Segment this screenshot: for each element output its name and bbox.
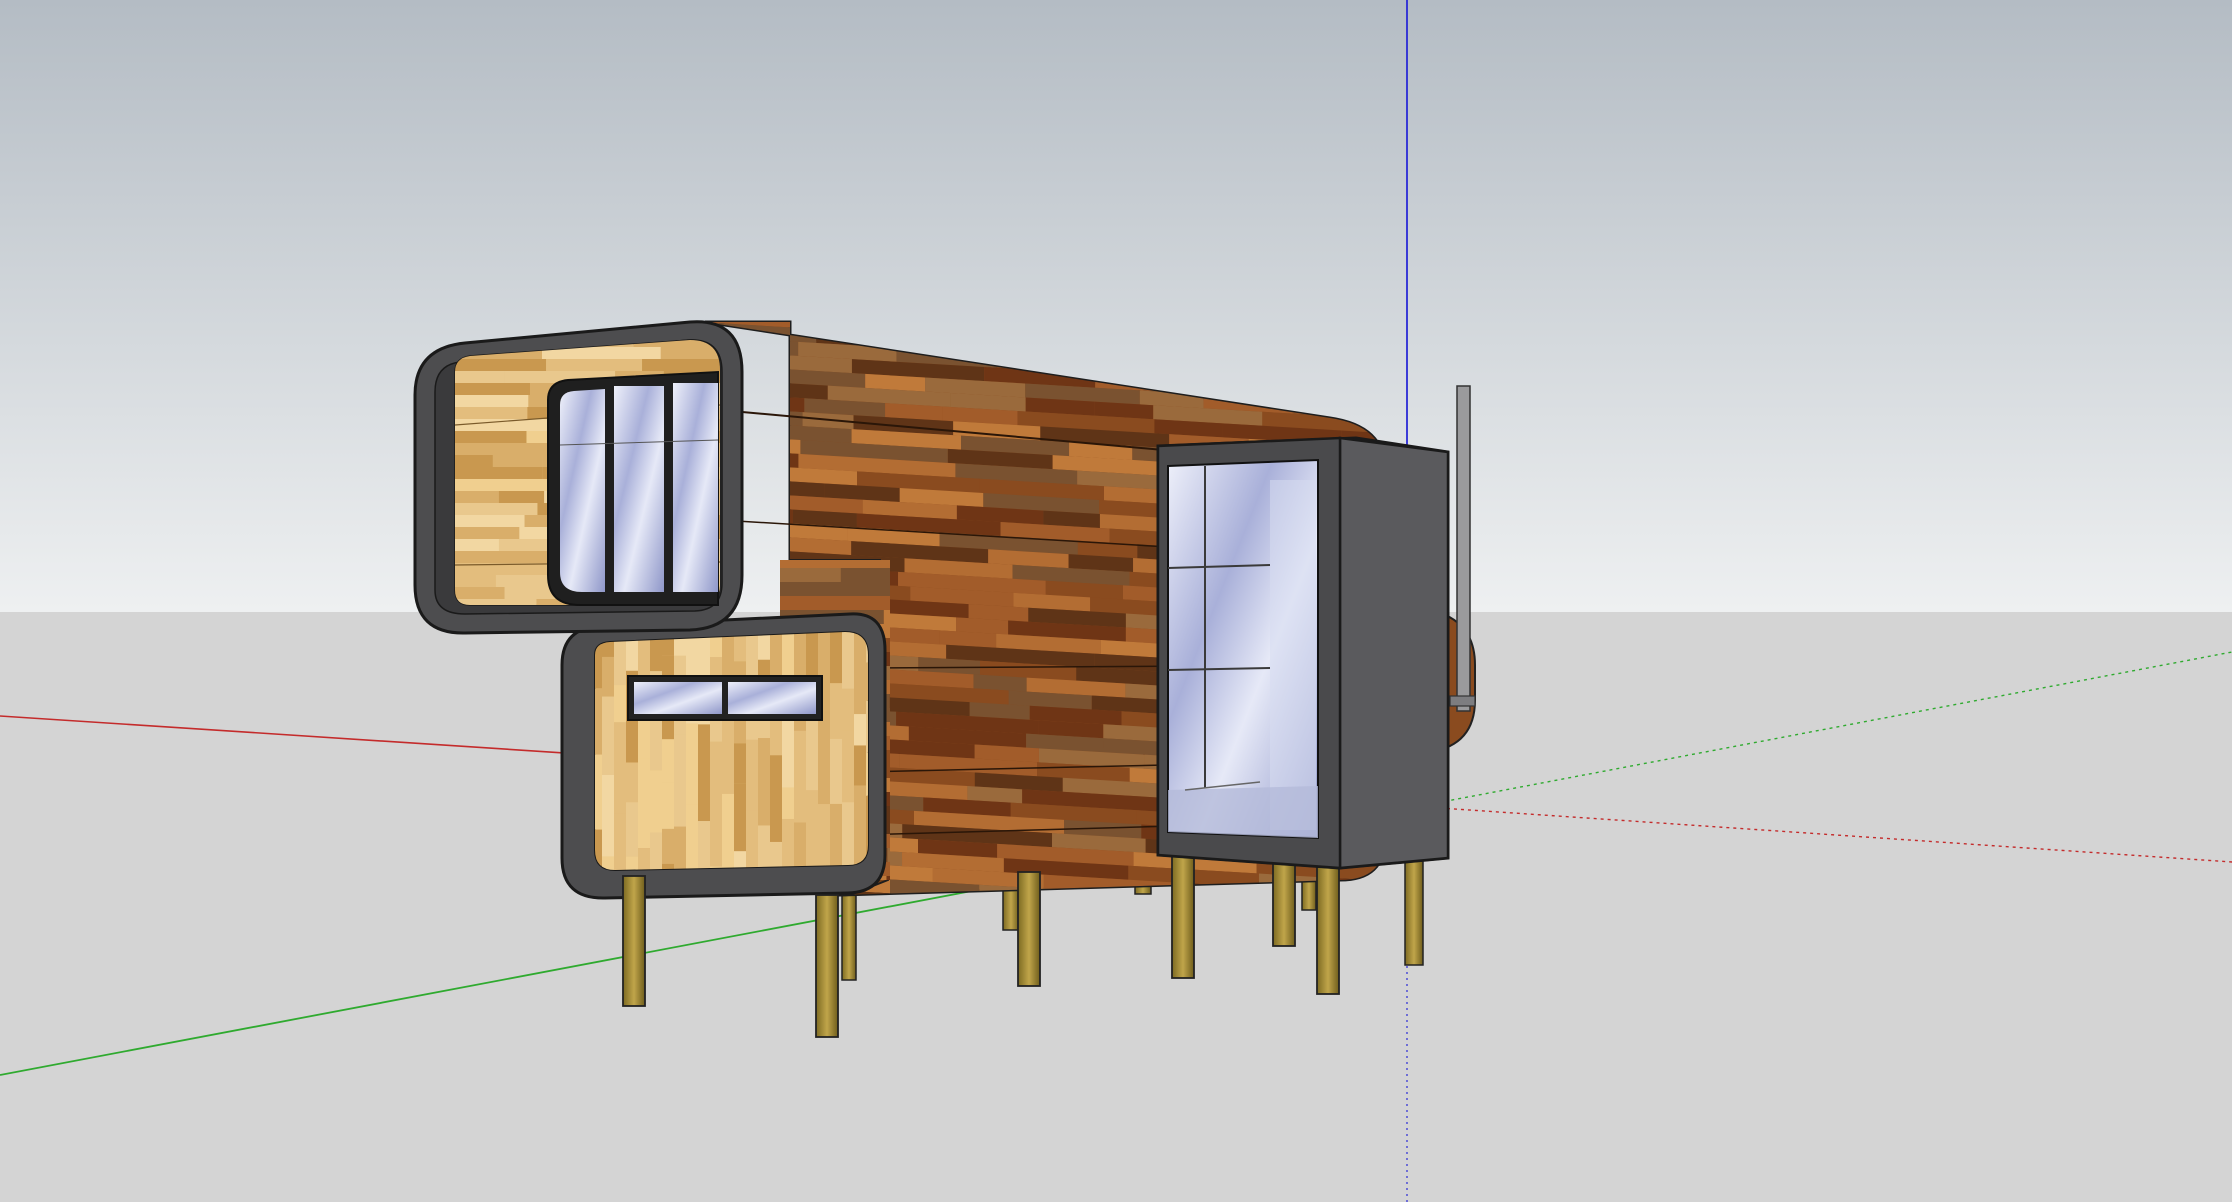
light-wood-plank (842, 730, 854, 803)
light-wood-plank (842, 802, 854, 870)
light-wood-plank (455, 431, 527, 443)
light-wood-plank (455, 551, 536, 563)
light-wood-plank (455, 587, 505, 599)
light-wood-plank (662, 828, 674, 864)
upper-window (547, 370, 719, 606)
light-wood-plank (455, 383, 530, 395)
light-wood-plank (602, 656, 614, 697)
light-wood-plank (686, 723, 698, 805)
light-wood-plank (830, 738, 842, 804)
light-wood-plank (614, 722, 626, 814)
light-wood-plank (806, 790, 818, 870)
light-wood-plank (710, 741, 722, 784)
light-wood-plank (746, 739, 758, 811)
light-wood-plank (455, 359, 547, 371)
wood-plank (780, 568, 841, 582)
light-wood-plank (638, 758, 650, 849)
light-wood-plank (842, 632, 854, 689)
light-wood-plank (854, 714, 866, 746)
light-wood-plank (626, 802, 638, 857)
light-wood-plank (734, 783, 746, 852)
light-wood-plank (614, 813, 626, 870)
light-wood-plank (830, 632, 842, 684)
light-wood-plank (602, 696, 614, 775)
light-wood-plank (498, 491, 545, 503)
light-wood-plank (546, 359, 643, 371)
light-wood-plank (614, 685, 626, 723)
light-wood-plank (455, 467, 543, 479)
light-wood-plank (626, 762, 638, 803)
light-wood-plank (782, 787, 794, 819)
light-wood-plank (455, 407, 528, 419)
light-wood-plank (455, 443, 550, 455)
light-wood-plank (710, 783, 722, 867)
light-wood-plank (455, 503, 538, 515)
light-wood-plank (686, 804, 698, 870)
3d-viewport[interactable] (0, 0, 2232, 1202)
light-wood-plank (455, 371, 505, 383)
light-wood-plank (642, 359, 720, 371)
light-wood-plank (794, 730, 806, 823)
glass-box (1156, 436, 1450, 870)
slot-window (627, 675, 823, 721)
light-wood-plank (455, 455, 493, 467)
wood-plank (780, 596, 890, 610)
light-wood-plank (758, 738, 770, 826)
light-wood-plank (734, 743, 746, 784)
light-wood-plank (455, 515, 525, 527)
light-wood-plank (455, 419, 552, 431)
light-wood-plank (455, 527, 520, 539)
light-wood-plank (650, 770, 662, 833)
light-wood-plank (662, 739, 674, 783)
light-wood-plank (854, 745, 866, 786)
light-wood-plank (770, 755, 782, 842)
light-wood-plank (698, 724, 710, 822)
light-wood-plank (830, 683, 842, 739)
light-wood-plank (455, 575, 496, 587)
light-wood-plank (662, 782, 674, 829)
light-wood-plank (455, 539, 499, 551)
light-wood-plank (602, 774, 614, 857)
light-wood-plank (455, 491, 499, 503)
light-wood-plank (455, 395, 529, 407)
scene-canvas[interactable] (0, 0, 2232, 1202)
light-wood-plank (842, 688, 854, 731)
light-wood-plank (806, 709, 818, 791)
light-wood-plank (455, 479, 549, 491)
light-wood-plank (674, 734, 686, 827)
light-wood-plank (492, 455, 543, 467)
light-wood-plank (818, 710, 830, 805)
